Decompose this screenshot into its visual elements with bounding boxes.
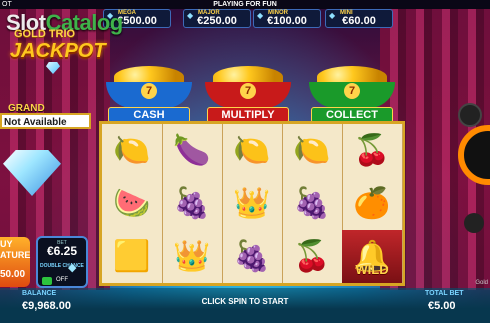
game-stage: OT PLAYING FOR FUN ◆ MEGA €500.00 ◆ MAJO… [0,0,490,323]
jackpot-major: ◆ MAJOR €250.00 [183,9,251,28]
reel-cell: 🍇 [282,177,342,230]
orange-icon: 🍊 [353,186,391,220]
toggle-off-label: OFF [56,277,68,283]
reel-cell: 🍋 [222,124,282,177]
jackpot-mini: ◆ MINI €60.00 [325,9,393,28]
gold-bar-icon: 🟨 [113,239,151,273]
jackpot-minor: ◆ MINOR €100.00 [253,9,321,28]
reel-column: 🍋 👑 🍇 [222,124,283,283]
pot-collect: 7 COLLECT [309,66,395,123]
reel-cell: 🍒 [282,230,342,283]
reel-cell: 🍒 [342,124,402,177]
top-bar: OT PLAYING FOR FUN [0,0,490,9]
lemon-icon: 🍋 [233,133,271,167]
crown-icon: 👑 [233,186,271,220]
reel-column: 🍋 🍉 🟨 [102,124,163,283]
pot-number: 7 [141,83,157,99]
reel-cell: 🍋 [282,124,342,177]
reel-cell: 🍊 [342,177,402,230]
cherries-icon: 🍒 [353,133,391,167]
logo-line2: JACKPOT [10,40,106,62]
game-logo: GOLD TRIO JACKPOT [10,28,106,78]
reel-column: 🍋 🍇 🍒 [282,124,343,283]
spin-button-area[interactable] [458,125,490,205]
playing-for-fun-label: PLAYING FOR FUN [213,1,277,8]
settings-button[interactable] [458,103,482,127]
jackpot-value: €250.00 [197,15,237,27]
jackpot-value: €60.00 [342,15,376,27]
buy-feature-button[interactable]: UY ATURE 50.00 [0,237,30,287]
grapes-icon: 🍇 [293,186,331,220]
status-message: CLICK SPIN TO START [201,297,289,306]
buy-feature-line1: UY [0,239,13,249]
buy-feature-price: 50.00 [0,269,26,280]
reel-grid: 🍋 🍉 🟨 🍆 🍇 👑 🍋 👑 🍇 🍋 🍇 🍒 🍒 🍊 🔔 WILD [99,121,405,286]
double-chance-toggle[interactable] [42,277,52,285]
pot-cash: 7 CASH [106,66,192,123]
reel-column: 🍒 🍊 🔔 WILD [342,124,403,283]
cherries-icon: 🍒 [293,239,331,273]
reel-cell: 🍋 [102,124,162,177]
total-bet-value: €5.00 [428,300,456,312]
pot-number: 7 [344,83,360,99]
jackpot-value: €100.00 [267,15,307,27]
double-chance-label: DOUBLE CHANCE [40,263,84,269]
reel-cell: 🟨 [102,230,162,283]
double-chance-panel[interactable]: BET €6.25 DOUBLE CHANCE ◆ OFF [36,236,88,288]
reel-cell: 🍉 [102,177,162,230]
reel-column: 🍆 🍇 👑 [162,124,223,283]
bet-value: €6.25 [46,244,78,258]
reel-cell: 🍇 [222,230,282,283]
pot-multiply: 7 MULTIPLY [205,66,291,123]
diamond-icon: ◆ [68,262,77,274]
crown-icon: 👑 [173,239,211,273]
logo-gem-icon [46,62,60,74]
lemon-icon: 🍋 [113,133,151,167]
wild-label: WILD [355,262,389,277]
reel-cell: 🍆 [162,124,222,177]
reel-cell: 👑 [222,177,282,230]
spin-button[interactable] [458,125,490,185]
provider-mark: Gold [475,280,488,286]
footer-bar: BALANCE €9,968.00 CLICK SPIN TO START TO… [0,288,490,323]
grapes-icon: 🍇 [233,239,271,273]
reel-cell: 👑 [162,230,222,283]
buy-feature-line2: ATURE [0,250,31,260]
plum-icon: 🍆 [173,133,211,167]
logo-line1: GOLD TRIO [14,28,76,40]
lemon-icon: 🍋 [293,133,331,167]
coin-stack-icon[interactable] [464,213,484,233]
total-bet-label: TOTAL BET [425,290,464,297]
pot-number: 7 [240,83,256,99]
reel-cell: 🔔 WILD [342,230,402,283]
grand-value: Not Available [0,113,91,129]
balance-label: BALANCE [22,290,57,297]
watermelon-icon: 🍉 [113,186,151,220]
grapes-icon: 🍇 [173,186,211,220]
reel-cell: 🍇 [162,177,222,230]
